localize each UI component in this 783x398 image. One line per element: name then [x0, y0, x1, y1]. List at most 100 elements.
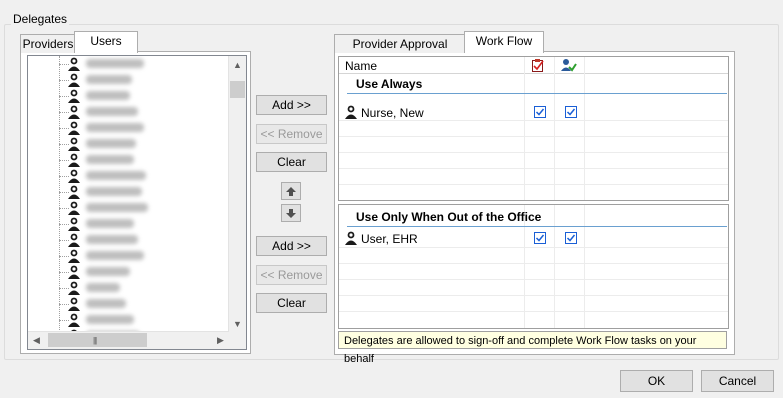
user-icon — [345, 105, 357, 122]
tab-users[interactable]: Users — [74, 31, 138, 53]
move-down-arrow-icon[interactable] — [281, 204, 301, 222]
tab-providers[interactable]: Providers — [20, 34, 76, 53]
vertical-scroll-thumb[interactable] — [230, 81, 245, 98]
list-item[interactable] — [28, 312, 228, 328]
obscured-user-name — [86, 315, 134, 324]
clear-button-bottom[interactable]: Clear — [256, 293, 327, 313]
list-item[interactable] — [28, 88, 228, 104]
section-underline — [347, 93, 727, 94]
obscured-user-name — [86, 155, 134, 164]
col2-checkbox[interactable] — [565, 106, 577, 118]
obscured-user-name — [86, 251, 144, 260]
use-always-title: Use Always — [356, 77, 423, 91]
remove-button-top[interactable]: << Remove — [256, 124, 327, 144]
tab-provider-approval-queue[interactable]: Provider Approval Queue — [334, 34, 466, 69]
user-icon — [68, 297, 80, 311]
user-icon — [68, 265, 80, 279]
user-icon — [68, 121, 80, 135]
list-item[interactable] — [28, 232, 228, 248]
obscured-user-name — [86, 59, 144, 68]
list-item[interactable] — [28, 104, 228, 120]
grid-row-line — [339, 168, 728, 169]
col2-checkbox[interactable] — [565, 232, 577, 244]
list-item[interactable] — [28, 216, 228, 232]
delegate-name: User, EHR — [361, 232, 418, 246]
obscured-user-name — [86, 235, 138, 244]
obscured-user-name — [86, 187, 142, 196]
grid-row-line — [339, 247, 728, 248]
delegate-row[interactable]: User, EHR — [339, 230, 728, 246]
scroll-up-arrow-icon[interactable]: ▲ — [229, 56, 246, 73]
col1-checkbox[interactable] — [534, 232, 546, 244]
delegates-group-title: Delegates — [11, 12, 70, 26]
user-icon — [68, 313, 80, 327]
obscured-user-name — [86, 299, 126, 308]
user-icon — [345, 231, 357, 248]
list-item[interactable] — [28, 280, 228, 296]
delegate-name: Nurse, New — [361, 106, 424, 120]
out-of-office-grid: Use Only When Out of the Office User, EH… — [338, 204, 729, 329]
user-icon — [68, 217, 80, 231]
user-check-icon — [561, 58, 577, 72]
user-icon — [68, 57, 80, 71]
col1-checkbox[interactable] — [534, 106, 546, 118]
grid-row-line — [339, 120, 728, 121]
user-icon — [68, 73, 80, 87]
out-of-office-title: Use Only When Out of the Office — [356, 210, 542, 224]
scroll-right-arrow-icon[interactable]: ▶ — [212, 332, 229, 349]
use-always-grid: Name Use Always Nurse, New — [338, 56, 729, 201]
vertical-scrollbar[interactable]: ▲ ▼ — [228, 56, 246, 332]
obscured-user-name — [86, 203, 148, 212]
user-icon — [68, 201, 80, 215]
add-button-top[interactable]: Add >> — [256, 95, 327, 115]
list-item[interactable] — [28, 56, 228, 72]
task-checklist-icon — [531, 58, 545, 72]
list-item[interactable] — [28, 184, 228, 200]
list-item[interactable] — [28, 72, 228, 88]
list-item[interactable] — [28, 168, 228, 184]
add-button-bottom[interactable]: Add >> — [256, 236, 327, 256]
grid-column-divider — [584, 205, 585, 328]
grid-column-divider — [584, 57, 585, 200]
tab-work-flow[interactable]: Work Flow — [464, 31, 544, 53]
move-up-arrow-icon[interactable] — [281, 182, 301, 200]
user-icon — [68, 249, 80, 263]
list-item[interactable] — [28, 200, 228, 216]
scroll-left-arrow-icon[interactable]: ◀ — [28, 332, 45, 349]
obscured-user-name — [86, 107, 138, 116]
obscured-user-name — [86, 283, 120, 292]
list-item[interactable] — [28, 296, 228, 312]
horizontal-scroll-thumb[interactable]: ||| — [48, 333, 147, 347]
grid-column-divider — [554, 205, 555, 328]
obscured-user-name — [86, 91, 130, 100]
user-icon — [68, 185, 80, 199]
cancel-button[interactable]: Cancel — [701, 370, 774, 392]
users-tree-list[interactable]: ▲ ▼ ◀ ||| ▶ — [27, 55, 247, 350]
obscured-user-name — [86, 171, 146, 180]
user-icon — [68, 137, 80, 151]
user-icon — [68, 233, 80, 247]
scroll-down-arrow-icon[interactable]: ▼ — [229, 315, 246, 332]
obscured-user-name — [86, 267, 130, 276]
remove-button-bottom[interactable]: << Remove — [256, 265, 327, 285]
ok-button[interactable]: OK — [620, 370, 693, 392]
obscured-user-name — [86, 123, 144, 132]
section-underline — [347, 226, 727, 227]
list-item[interactable] — [28, 152, 228, 168]
list-item[interactable] — [28, 264, 228, 280]
list-item[interactable] — [28, 248, 228, 264]
delegate-row[interactable]: Nurse, New — [339, 104, 728, 120]
grid-row-line — [339, 263, 728, 264]
list-item[interactable] — [28, 120, 228, 136]
obscured-user-name — [86, 219, 134, 228]
name-column-header[interactable]: Name — [345, 59, 377, 73]
obscured-user-name — [86, 75, 132, 84]
user-icon — [68, 153, 80, 167]
list-item[interactable] — [28, 136, 228, 152]
user-icon — [68, 105, 80, 119]
clear-button-top[interactable]: Clear — [256, 152, 327, 172]
grid-row-line — [339, 136, 728, 137]
grid-row-line — [339, 311, 728, 312]
horizontal-scrollbar[interactable]: ◀ ||| ▶ — [28, 331, 229, 349]
grid-column-divider — [554, 57, 555, 200]
